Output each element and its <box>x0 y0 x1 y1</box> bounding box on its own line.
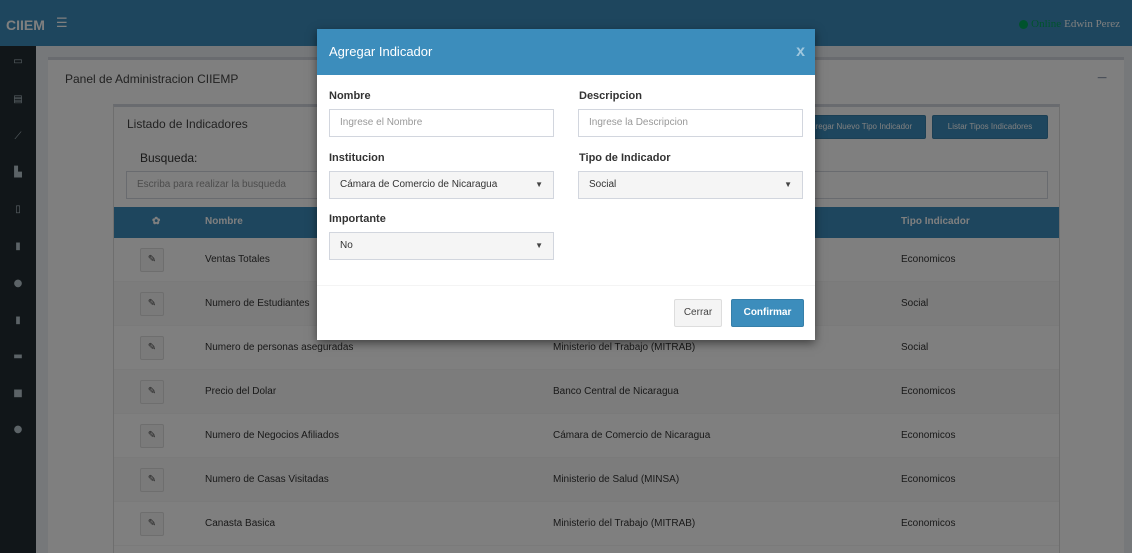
tipo-indicador-label: Tipo de Indicador <box>579 152 671 164</box>
add-indicator-modal: Agregar Indicador x Nombre Ingrese el No… <box>317 29 815 340</box>
modal-footer: Cerrar Confirmar <box>317 285 815 340</box>
importante-label: Importante <box>329 213 386 225</box>
close-icon[interactable]: x <box>796 43 805 61</box>
descripcion-placeholder: Ingrese la Descripcion <box>589 117 688 128</box>
nombre-input[interactable]: Ingrese el Nombre <box>329 109 554 137</box>
caret-down-icon: ▼ <box>535 180 543 189</box>
tipo-indicador-value: Social <box>589 179 617 190</box>
modal-header: Agregar Indicador x <box>317 29 815 75</box>
institucion-value: Cámara de Comercio de Nicaragua <box>340 179 498 190</box>
importante-select[interactable]: No ▼ <box>329 232 554 260</box>
institucion-label: Institucion <box>329 152 385 164</box>
caret-down-icon: ▼ <box>784 180 792 189</box>
descripcion-input[interactable]: Ingrese la Descripcion <box>578 109 803 137</box>
institucion-select[interactable]: Cámara de Comercio de Nicaragua ▼ <box>329 171 554 199</box>
tipo-indicador-select[interactable]: Social ▼ <box>578 171 803 199</box>
nombre-label: Nombre <box>329 90 371 102</box>
importante-value: No <box>340 240 353 251</box>
nombre-placeholder: Ingrese el Nombre <box>340 117 423 128</box>
descripcion-label: Descripcion <box>579 90 642 102</box>
confirmar-button[interactable]: Confirmar <box>731 299 804 327</box>
cerrar-button[interactable]: Cerrar <box>674 299 722 327</box>
modal-title: Agregar Indicador <box>329 44 433 59</box>
caret-down-icon: ▼ <box>535 241 543 250</box>
